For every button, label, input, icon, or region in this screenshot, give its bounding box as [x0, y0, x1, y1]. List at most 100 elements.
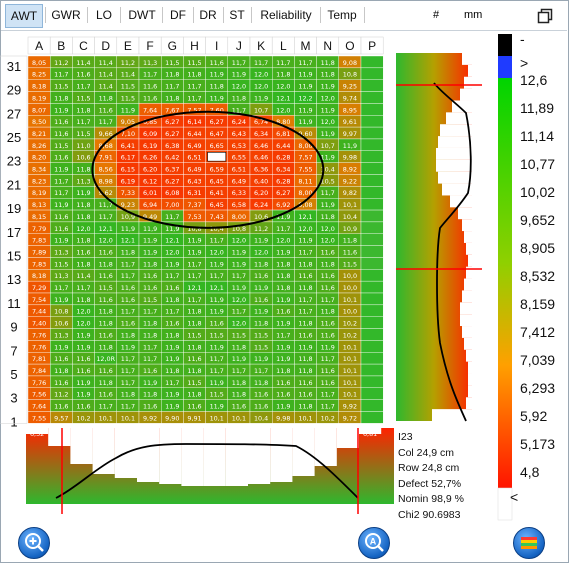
- grid-cell-value: 11,8: [232, 391, 246, 399]
- grid-cell[interactable]: [360, 316, 384, 329]
- grid-cell[interactable]: [360, 375, 384, 389]
- grid-cell-value: 11,9: [143, 379, 157, 387]
- grid-cell[interactable]: [360, 150, 384, 163]
- grid-cell[interactable]: [360, 67, 384, 80]
- grid-cell-value: 6,28: [276, 177, 290, 185]
- grid-cell-value: 12,0: [76, 308, 90, 316]
- grid-cell-value: 10,6: [76, 154, 90, 162]
- grid-cell[interactable]: [360, 174, 384, 187]
- grid-cell-value: 12,0: [165, 248, 179, 256]
- grid-cell-value: 11,7: [254, 59, 268, 67]
- row-header-label: 23: [7, 154, 21, 169]
- column-average-value: 6,69: [341, 430, 355, 438]
- grid-cell-value: 11,8: [99, 94, 113, 102]
- grid-cell[interactable]: [360, 269, 384, 282]
- grid-cell-value: 11,8: [232, 94, 246, 102]
- column-average-value: 6,82: [119, 430, 133, 438]
- grid-cell-value: 11,8: [143, 331, 157, 339]
- grid-cell-value: 11,6: [76, 355, 90, 363]
- row-header-label: 17: [7, 225, 21, 240]
- grid-cell[interactable]: [360, 126, 384, 140]
- grid-cell-value: 12,0: [76, 320, 90, 328]
- grid-cell-value: 12,0: [210, 248, 224, 256]
- grid-cell-value: 11,8: [298, 367, 312, 375]
- magnifier-plus-icon: [25, 533, 44, 552]
- grid-cell[interactable]: [360, 245, 384, 258]
- unit-label[interactable]: mm: [464, 9, 482, 21]
- grid-cell-value: 8,13: [32, 201, 46, 209]
- grid-cell[interactable]: [360, 115, 384, 128]
- auto-scale-button[interactable]: A: [358, 527, 390, 559]
- tab-st[interactable]: ST: [225, 4, 249, 26]
- grid-cell[interactable]: [360, 340, 384, 353]
- restore-window-icon[interactable]: [537, 8, 553, 24]
- grid-cell-value: 11,7: [121, 260, 135, 268]
- grid-cell[interactable]: [360, 399, 384, 412]
- grid-cell[interactable]: [360, 209, 384, 223]
- grid-cell[interactable]: [360, 221, 384, 234]
- grid-cell-value: 11,9: [54, 166, 68, 174]
- grid-cell-value: 11,5: [210, 391, 224, 399]
- column-average-value: 7,15: [252, 430, 266, 438]
- grid-cell[interactable]: [360, 387, 384, 400]
- grid-cell[interactable]: [360, 328, 384, 341]
- palette-button[interactable]: [513, 527, 545, 559]
- tab-lo[interactable]: LO: [91, 4, 117, 26]
- grid-cell[interactable]: [360, 138, 384, 151]
- grid-cell-value: 12,0: [276, 237, 290, 245]
- grid-cell-value: 11,4: [76, 59, 90, 67]
- grid-cell-value: 11,6: [76, 367, 90, 375]
- grid-cell-value: 6,15: [121, 166, 135, 174]
- hash-toggle[interactable]: #: [433, 9, 439, 21]
- column-header-label: E: [124, 39, 132, 53]
- tab-awt[interactable]: AWT: [5, 4, 43, 28]
- scale-tick-label: 10,77: [520, 156, 555, 172]
- grid-cell[interactable]: [360, 233, 384, 246]
- grid-cell[interactable]: [360, 79, 384, 92]
- tab-separator: [87, 7, 88, 23]
- grid-cell-value: 11,9: [232, 248, 246, 256]
- grid-cell[interactable]: [360, 280, 384, 294]
- grid-cell-value: 7,64: [32, 403, 46, 411]
- thickness-grid: A B C D E F G H I J K L M N O P312927252321191715131197…: [0, 36, 384, 429]
- grid-cell-value: 6,31: [187, 189, 201, 197]
- grid-cell-value: 11,8: [298, 320, 312, 328]
- row-header-label: 13: [7, 272, 21, 287]
- grid-cell-value: 11,7: [54, 71, 68, 79]
- grid-cell-value: 8,19: [32, 189, 46, 197]
- grid-cell-value: 6,81: [276, 130, 290, 138]
- grid-cell[interactable]: [360, 411, 384, 424]
- grid-cell-value: 9,82: [343, 189, 357, 197]
- grid-cell[interactable]: [360, 162, 384, 175]
- grid-cell[interactable]: [360, 186, 384, 199]
- grid-cell-value: 10,2: [321, 414, 335, 422]
- grid-cell[interactable]: [360, 304, 384, 317]
- tab-dr[interactable]: DR: [195, 4, 221, 26]
- grid-cell[interactable]: [360, 257, 384, 270]
- grid-cell[interactable]: [360, 103, 384, 116]
- grid-cell-value: 12,0: [321, 118, 335, 126]
- grid-cell[interactable]: [360, 197, 384, 211]
- grid-cell[interactable]: [360, 91, 384, 104]
- zoom-in-button[interactable]: [18, 527, 50, 559]
- tab-dwt[interactable]: DWT: [124, 4, 160, 26]
- grid-cell-value: 11,6: [54, 403, 68, 411]
- grid-cell-value: 9,72: [343, 414, 357, 422]
- row-profile-bar: [468, 373, 472, 386]
- tab-gwr[interactable]: GWR: [48, 4, 84, 26]
- info-nomin: Nomin 98,9 %: [398, 493, 464, 505]
- grid-cell-value: 11,7: [321, 403, 335, 411]
- grid-cell-value: 11,8: [165, 94, 179, 102]
- grid-cell[interactable]: [360, 363, 384, 377]
- tab-temp[interactable]: Temp: [323, 4, 361, 26]
- grid-cell-value: 11,7: [210, 355, 224, 363]
- selected-cell-marker[interactable]: [207, 152, 227, 162]
- grid-cell-value: 11,7: [54, 177, 68, 185]
- grid-cell[interactable]: [360, 292, 384, 306]
- tab-df[interactable]: DF: [165, 4, 191, 26]
- grid-cell[interactable]: [360, 352, 384, 365]
- column-header-label: B: [57, 39, 65, 53]
- tab-reliability[interactable]: Reliability: [254, 4, 318, 26]
- grid-cell[interactable]: [360, 55, 384, 69]
- grid-cell-value: 6,33: [232, 189, 246, 197]
